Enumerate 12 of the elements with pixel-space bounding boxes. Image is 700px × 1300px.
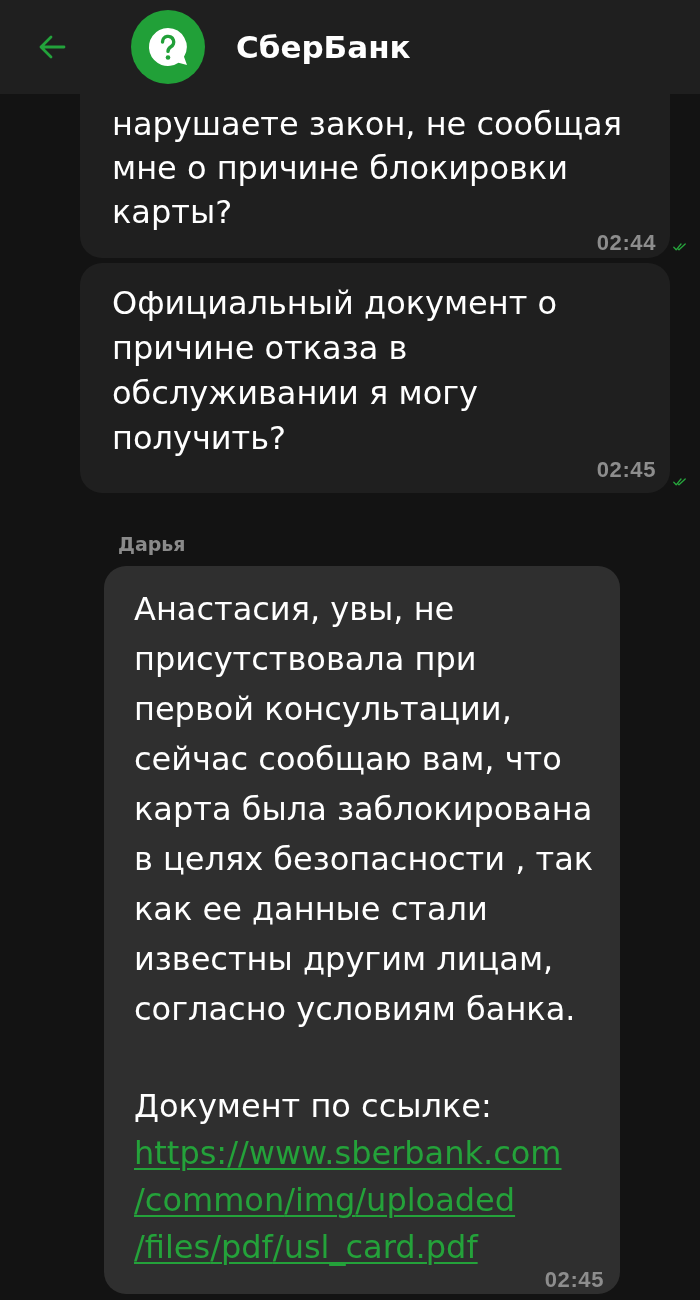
chat-title: СберБанк [236,29,411,65]
message-text: Документ по ссылке: [134,1086,493,1127]
message-time: 02:45 [596,461,656,479]
message-text: Анастасия, увы, не присутствовала при первой консультации, сейчас сообщаю вам, что карта была заблокирована в целях безопасности , так как ее данные стали известны другим лицам, согласно условиям банка. [134,589,594,1030]
message-text: нарушаете закон, не сообщая мне о причине блокировки карты? [112,104,623,233]
message-time: 02:45 [544,1271,604,1289]
question-bubble-icon [131,10,205,84]
sender-name: Дарья [118,532,186,556]
message-text: Официальный документ о причине отказа в обслуживании я могу получить? [112,283,559,459]
message-link[interactable]: https://www.sberbank.com/common/img/uploaded/files/pdf/usl_card.pdf [134,1130,574,1271]
arrow-left-icon[interactable] [38,35,66,59]
message-time: 02:44 [596,234,656,252]
